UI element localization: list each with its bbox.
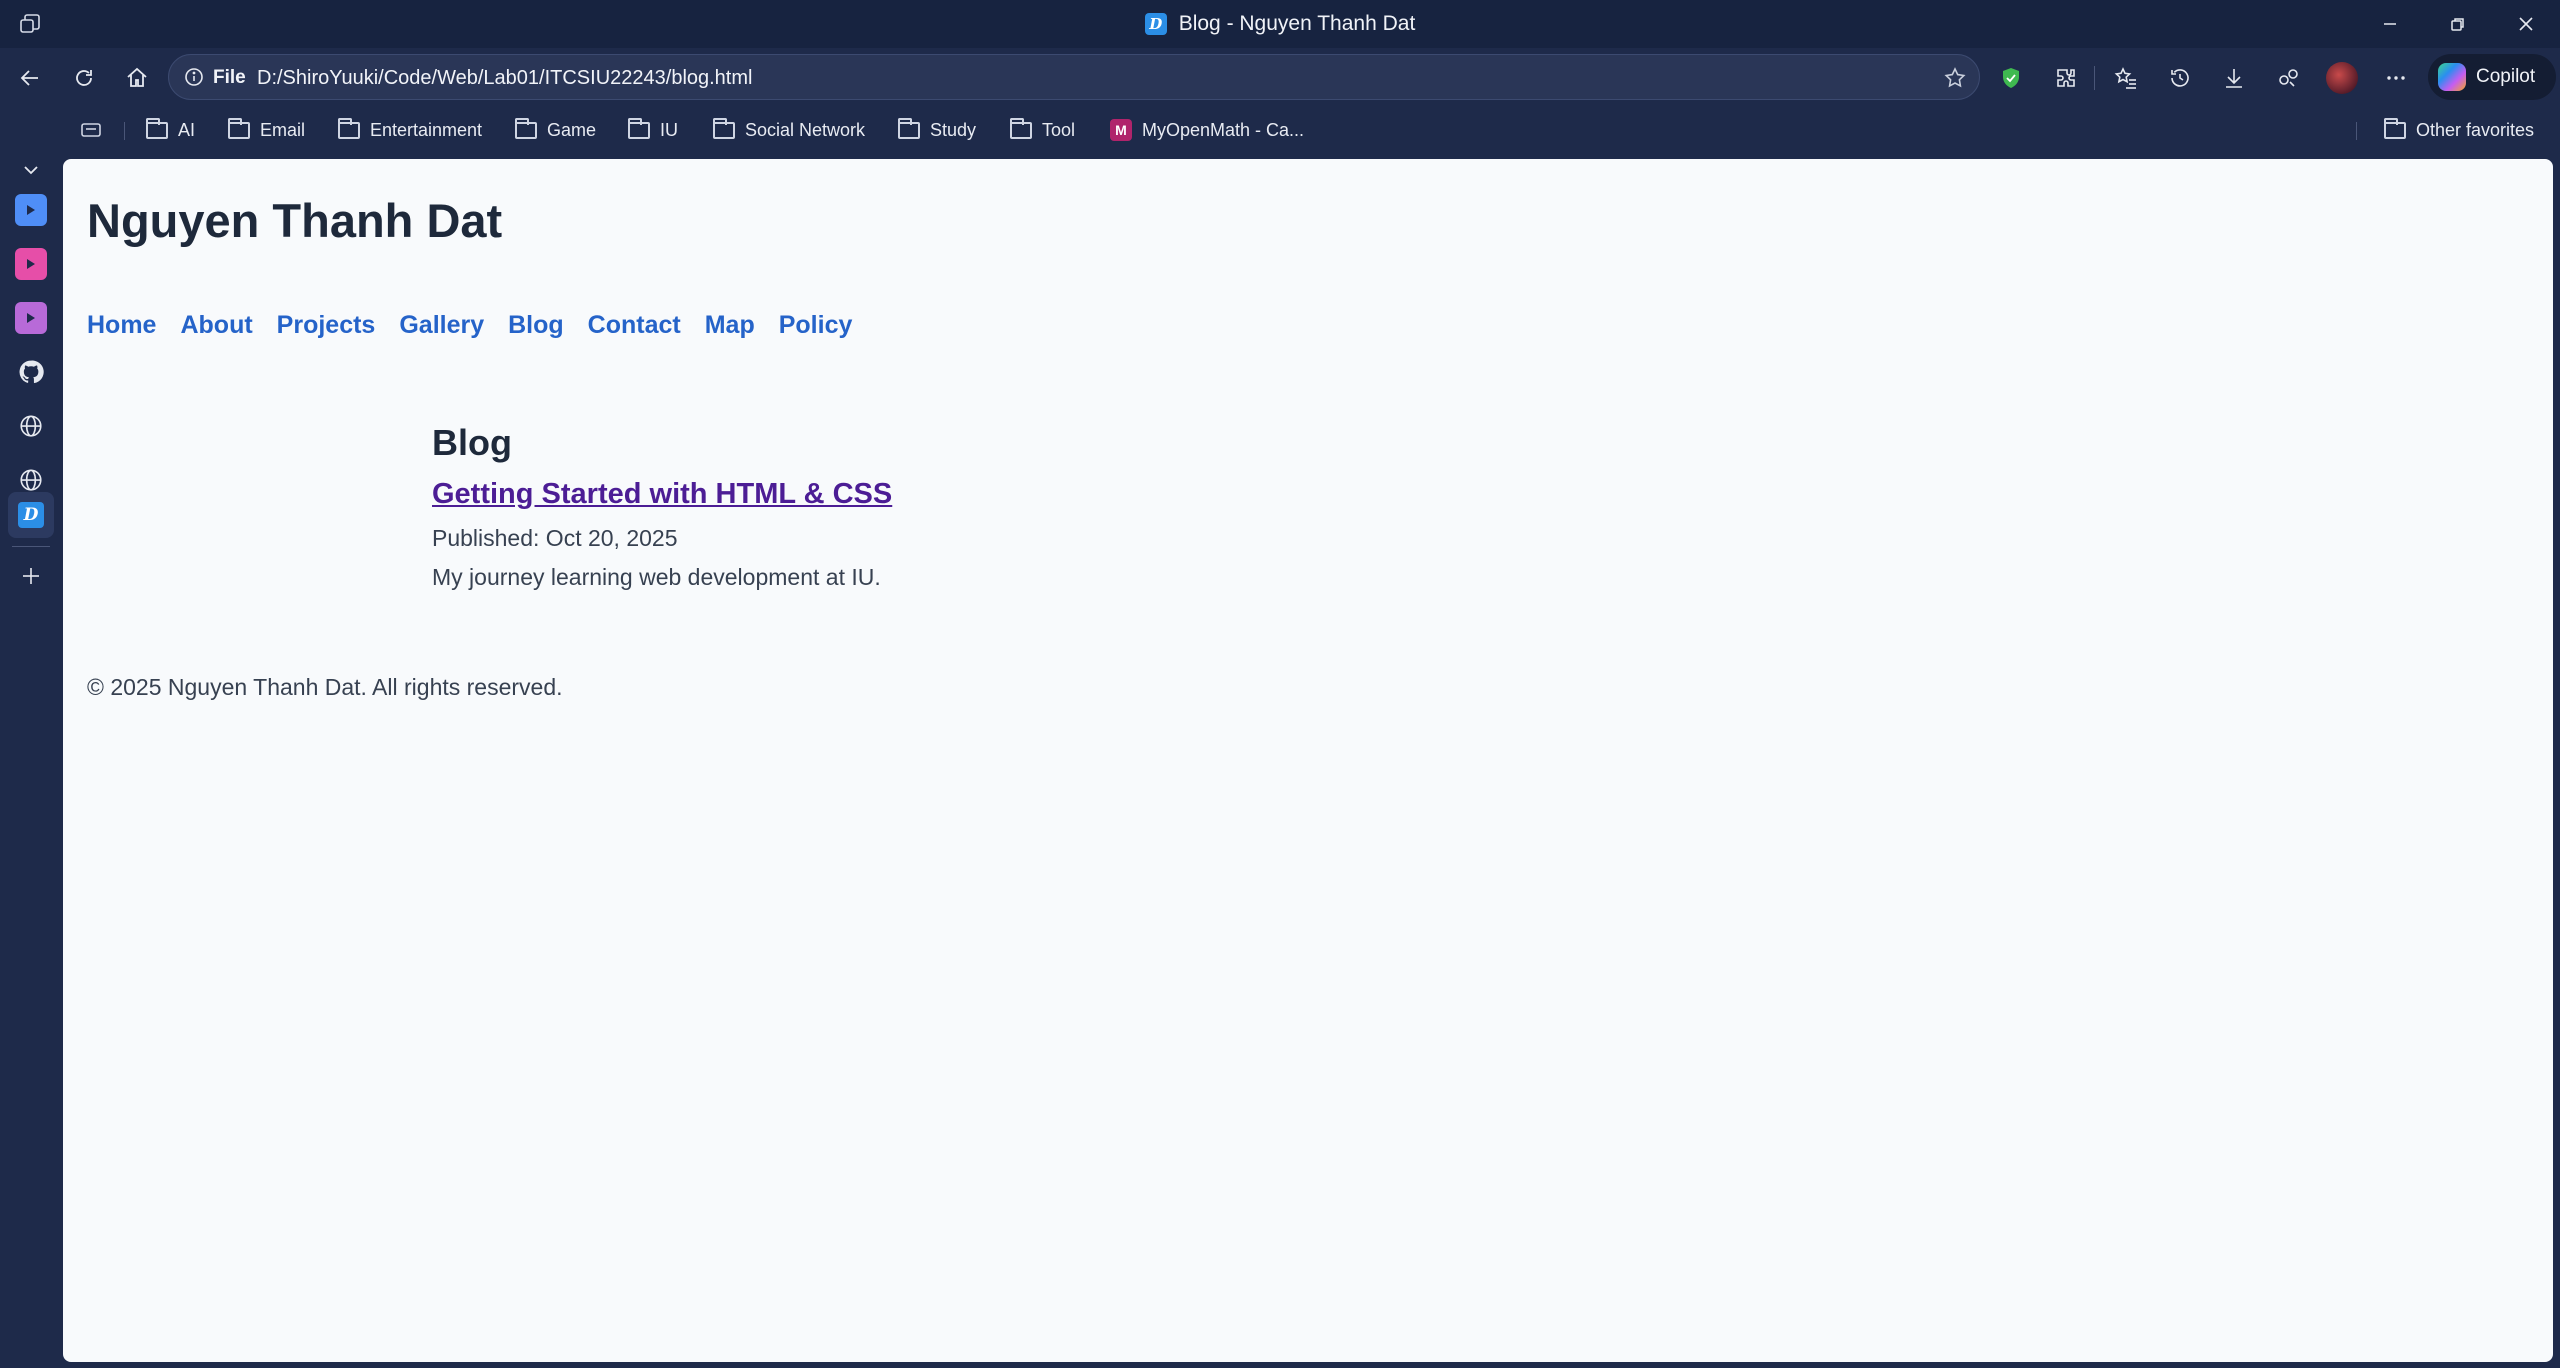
nav-link-policy[interactable]: Policy <box>779 311 853 340</box>
add-favorite-star-icon[interactable] <box>1943 66 1967 95</box>
github-icon <box>19 360 44 384</box>
favorites-bar: AI Email Entertainment Game IU Social Ne… <box>0 108 2560 152</box>
favorites-icon[interactable] <box>2108 60 2144 96</box>
other-favorites-folder[interactable]: Other favorites <box>2384 116 2534 144</box>
nav-link-projects[interactable]: Projects <box>277 311 376 340</box>
plus-icon <box>23 568 39 584</box>
favorite-label: Tool <box>1042 119 1076 140</box>
post-published-date: Published: Oct 20, 2025 <box>432 525 678 551</box>
shield-extension-icon[interactable] <box>1993 60 2029 96</box>
profile-avatar[interactable] <box>2324 60 2360 96</box>
nav-link-home[interactable]: Home <box>87 311 156 340</box>
tab-actions-icon[interactable] <box>14 10 46 38</box>
blog-section: Blog Getting Started with HTML & CSS Pub… <box>432 422 892 591</box>
section-heading: Blog <box>432 422 512 463</box>
copilot-label: Copilot <box>2476 66 2536 87</box>
favorite-folder-email[interactable]: Email <box>228 116 305 144</box>
favorite-folder-entertainment[interactable]: Entertainment <box>338 116 482 144</box>
favorite-label: Study <box>930 119 977 140</box>
new-tab-button[interactable] <box>13 558 49 594</box>
favorite-folder-social-network[interactable]: Social Network <box>713 116 865 144</box>
globe-icon <box>20 415 42 437</box>
folder-icon <box>2384 117 2406 139</box>
sidebar-divider <box>12 546 50 547</box>
nav-link-gallery[interactable]: Gallery <box>399 311 484 340</box>
post-title-link[interactable]: Getting Started with HTML & CSS <box>432 478 892 511</box>
window-title-text: Blog - Nguyen Thanh Dat <box>1178 12 1416 35</box>
site-info-icon[interactable] <box>183 66 205 93</box>
downloads-icon[interactable] <box>2216 60 2252 96</box>
site-favicon-icon: D <box>18 502 44 528</box>
favorite-folder-iu[interactable]: IU <box>628 116 678 144</box>
url-text[interactable]: D:/ShiroYuuki/Code/Web/Lab01/ITCSIU22243… <box>257 67 752 90</box>
folder-icon <box>628 117 650 139</box>
play-icon <box>15 248 47 280</box>
favorite-folder-study[interactable]: Study <box>898 116 976 144</box>
sidebar-tab-pink[interactable] <box>13 246 49 282</box>
favorites-divider <box>2356 122 2357 140</box>
play-icon <box>15 302 47 334</box>
folder-icon <box>713 117 735 139</box>
folder-icon <box>146 117 168 139</box>
folder-icon <box>228 117 250 139</box>
post-description: My journey learning web development at I… <box>432 564 881 590</box>
extensions-puzzle-icon[interactable] <box>2048 60 2084 96</box>
share-icon[interactable] <box>2270 60 2306 96</box>
site-favicon-icon: D <box>1144 13 1167 35</box>
folder-icon <box>1010 117 1032 139</box>
other-favorites-label: Other favorites <box>2416 119 2535 140</box>
site-title: Nguyen Thanh Dat <box>87 194 503 247</box>
favorite-label: Game <box>547 119 597 140</box>
minimize-button[interactable] <box>2356 0 2424 48</box>
nav-link-about[interactable]: About <box>180 311 252 340</box>
favorite-label: IU <box>660 119 678 140</box>
folder-icon <box>338 117 360 139</box>
favorite-label: Entertainment <box>370 119 483 140</box>
favorite-label: MyOpenMath - Ca... <box>1142 119 1305 140</box>
address-bar[interactable]: File D:/ShiroYuuki/Code/Web/Lab01/ITCSIU… <box>168 54 1980 100</box>
favorite-folder-ai[interactable]: AI <box>146 116 195 144</box>
copilot-button[interactable]: Copilot <box>2428 54 2556 100</box>
folder-icon <box>898 117 920 139</box>
window-title: D Blog - Nguyen Thanh Dat <box>1144 12 1416 36</box>
sidebar-tab-github[interactable] <box>13 354 49 390</box>
favorite-label: AI <box>178 119 196 140</box>
nav-link-contact[interactable]: Contact <box>588 311 681 340</box>
site-footer: © 2025 Nguyen Thanh Dat. All rights rese… <box>87 674 563 700</box>
favorite-folder-game[interactable]: Game <box>515 116 596 144</box>
globe-icon <box>20 469 42 491</box>
sidebar-tab-blue[interactable] <box>13 192 49 228</box>
favorite-myopenmath[interactable]: M MyOpenMath - Ca... <box>1110 116 1304 144</box>
collapse-chevron-icon[interactable] <box>13 152 49 188</box>
close-window-button[interactable] <box>2492 0 2560 48</box>
toolbar: File D:/ShiroYuuki/Code/Web/Lab01/ITCSIU… <box>0 48 2560 108</box>
sidebar-tab-purple[interactable] <box>13 300 49 336</box>
nav-link-blog[interactable]: Blog <box>508 311 564 340</box>
favorites-bar-menu-icon[interactable] <box>80 116 102 144</box>
page-viewport: Nguyen Thanh Dat Home About Projects Gal… <box>63 159 2553 1362</box>
more-options-icon[interactable] <box>2378 60 2414 96</box>
toolbar-divider <box>2094 66 2095 90</box>
home-button[interactable] <box>119 60 155 96</box>
favorite-label: Social Network <box>745 119 866 140</box>
history-icon[interactable] <box>2162 60 2198 96</box>
favorite-folder-tool[interactable]: Tool <box>1010 116 1075 144</box>
copilot-logo-icon <box>2438 63 2466 91</box>
restore-button[interactable] <box>2424 0 2492 48</box>
play-icon <box>15 194 47 226</box>
nav-link-map[interactable]: Map <box>705 311 755 340</box>
refresh-button[interactable] <box>66 60 102 96</box>
folder-icon <box>515 117 537 139</box>
back-button[interactable] <box>12 60 48 96</box>
sidebar-tab-blog-active[interactable]: D <box>13 497 49 533</box>
vertical-tabs-sidebar: D <box>0 152 62 1368</box>
favorite-label: Email <box>260 119 306 140</box>
title-bar: D Blog - Nguyen Thanh Dat <box>0 0 2560 48</box>
scheme-label: File <box>213 67 246 88</box>
site-nav: Home About Projects Gallery Blog Contact… <box>87 311 852 340</box>
myopenmath-icon: M <box>1110 119 1132 141</box>
sidebar-tab-globe-1[interactable] <box>13 408 49 444</box>
favorites-divider <box>124 122 125 140</box>
